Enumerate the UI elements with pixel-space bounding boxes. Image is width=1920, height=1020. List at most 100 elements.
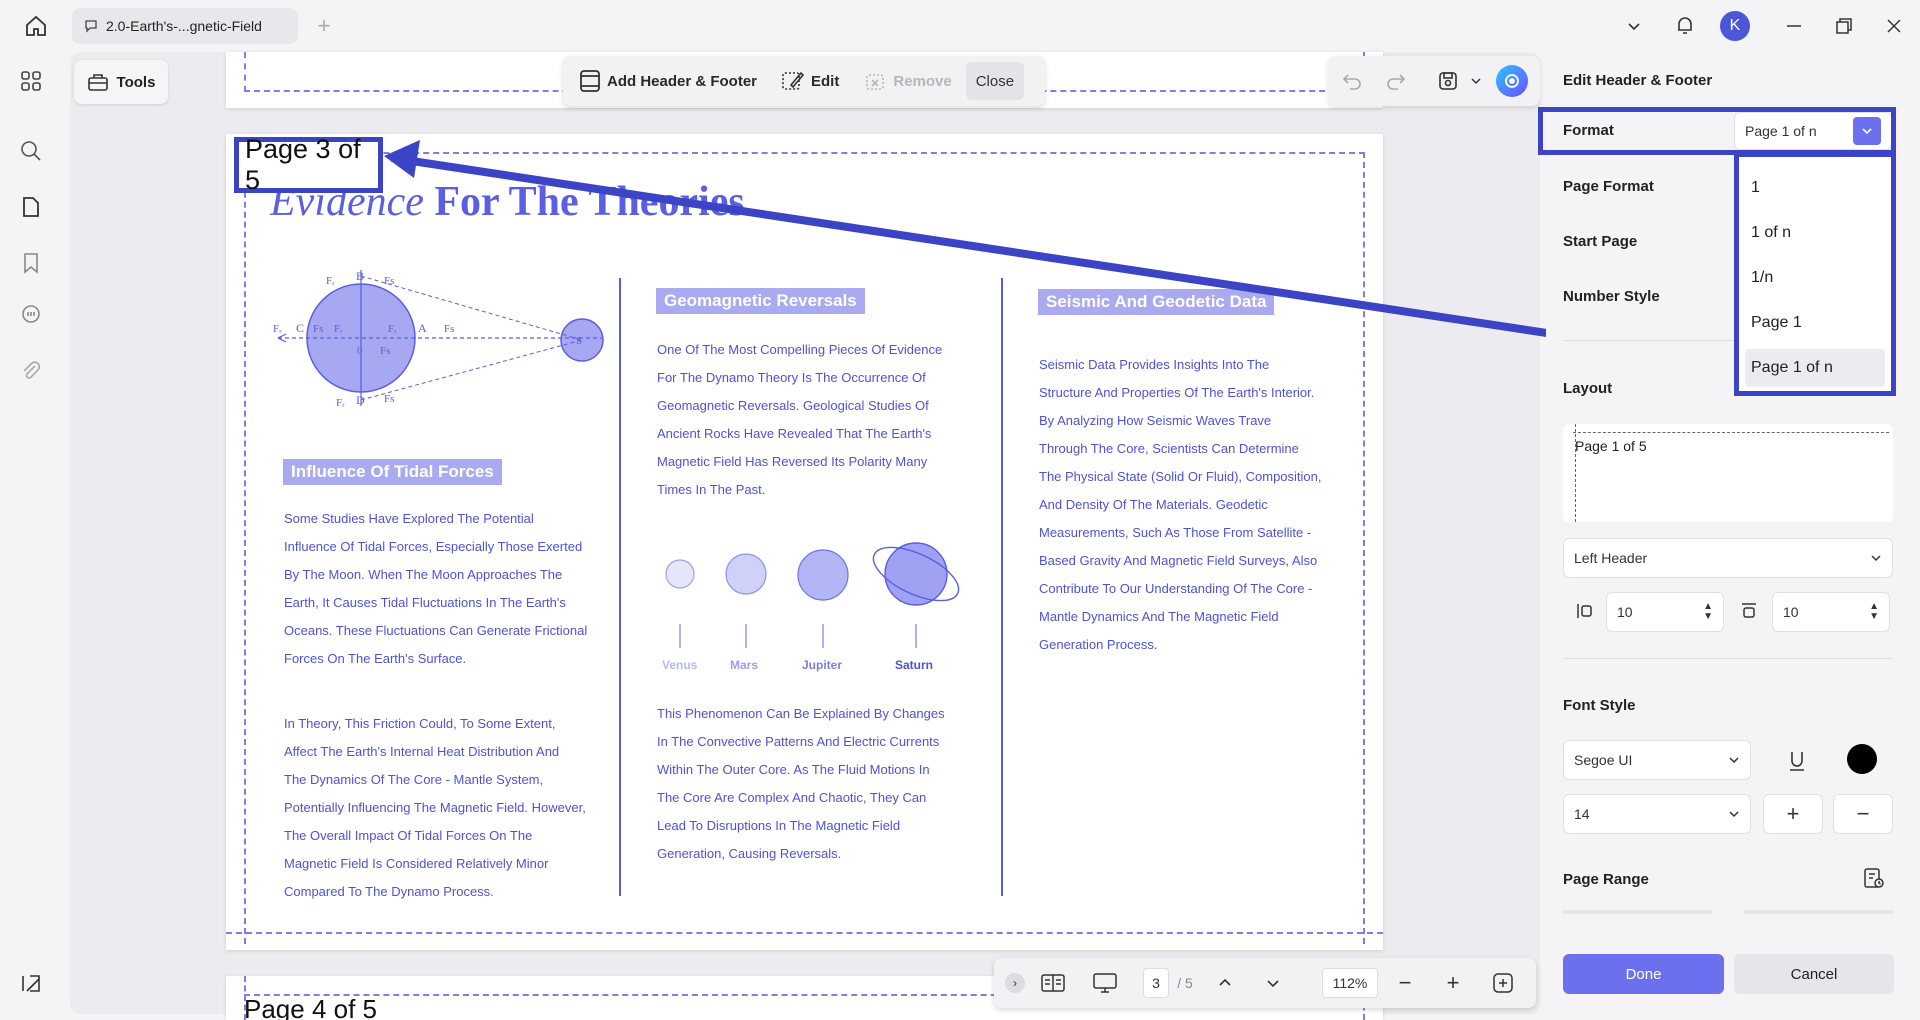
font-color-swatch[interactable] [1847,744,1877,774]
cancel-button[interactable]: Cancel [1734,954,1894,994]
ai-assistant-icon[interactable] [1496,65,1528,97]
format-dropdown-menu: 1 1 of n 1/n Page 1 Page 1 of n [1734,152,1896,396]
top-margin-stepper[interactable]: 10 ▲ ▼ [1772,592,1890,632]
top-margin-icon [1740,602,1758,624]
layout-preview-text: Page 1 of 5 [1575,438,1647,454]
add-header-footer-button[interactable]: Add Header & Footer [569,62,767,100]
svg-text:D: D [356,393,365,407]
left-margin-stepper[interactable]: 10 ▲ ▼ [1606,592,1724,632]
seismic-para-1: Seismic Data Provides Insights Into The S… [1039,357,1322,652]
number-style-label: Number Style [1563,288,1660,305]
remove-button[interactable]: Remove [853,62,961,100]
section-title-seismic: Seismic And Geodetic Data [1038,289,1275,315]
font-style-label: Font Style [1563,697,1636,714]
apps-grid-icon[interactable] [18,68,44,94]
comment-icon [85,20,97,33]
planet-label-jupiter: Jupiter [802,658,843,672]
page-layout-icon[interactable] [1038,958,1068,1008]
next-page-header-text: Page 4 of 5 [244,994,377,1020]
stepper-arrows-icon: ▲ ▼ [1869,601,1879,622]
planet-label-venus: Venus [662,658,698,672]
position-select[interactable]: Left Header [1563,538,1893,578]
planet-label-mars: Mars [730,658,759,672]
planets-diagram [665,542,960,648]
edit-icon [782,71,805,90]
minimize-icon[interactable] [1782,14,1806,38]
pages-icon[interactable] [18,194,44,220]
header-footer-toolbar: Add Header & Footer Edit Remove Close [563,56,1045,106]
planet-label-saturn: Saturn [895,658,934,672]
format-option-1-slash-n[interactable]: 1/n [1751,269,1773,287]
expand-nav-icon[interactable]: › [1004,958,1026,1008]
done-button[interactable]: Done [1563,954,1724,994]
tools-button[interactable]: Tools [74,60,168,104]
start-page-label: Start Page [1563,233,1638,250]
diagram-label: Fᵣ [273,323,282,335]
document-tab-title: 2.0-Earth's-...gnetic-Field [106,18,262,34]
tools-label: Tools [116,73,156,91]
increase-font-button[interactable]: + [1763,794,1823,834]
font-family-select[interactable]: Segoe UI [1563,740,1751,780]
column-divider [1001,278,1003,896]
format-option-1-of-n[interactable]: 1 of n [1751,224,1791,242]
decrease-font-button[interactable]: − [1833,794,1893,834]
page-range-fields-hint [1563,910,1893,914]
undo-icon[interactable] [1340,69,1364,93]
save-options-chevron-icon[interactable] [1466,69,1486,93]
page-title-rest: For The Theories [434,179,745,225]
chevron-down-icon[interactable] [1622,14,1646,38]
next-page-icon[interactable] [1258,958,1288,1008]
current-page-input[interactable]: 3 [1142,958,1170,1008]
header-footer-icon [580,70,600,92]
present-icon[interactable] [1090,958,1120,1008]
avatar[interactable]: K [1720,11,1750,41]
svg-text:Fs: Fs [313,323,323,335]
page-range-label: Page Range [1563,871,1649,888]
tidal-para-1: Some Studies Have Explored The Potential… [284,511,588,666]
panel-title: Edit Header & Footer [1563,72,1713,89]
redo-icon[interactable] [1384,69,1408,93]
fit-page-icon[interactable] [1488,958,1518,1008]
zoom-out-icon[interactable]: − [1390,958,1420,1008]
page-format-label: Page Format [1563,178,1654,195]
new-tab-icon[interactable]: + [312,13,336,38]
save-icon[interactable] [1436,69,1460,93]
zoom-level[interactable]: 112% [1322,958,1378,1008]
attachment-icon[interactable] [18,358,44,384]
svg-text:C: C [296,321,304,335]
chevron-down-icon [1729,811,1739,818]
svg-text:Fᵣ: Fᵣ [336,397,345,409]
force-diagram: Fᵣ B Fᵣ Fs C Fs Fᵣ Fᵣ A Fs 0 Fs Fᵣ D Fs … [273,269,604,409]
close-button[interactable]: Close [965,62,1025,100]
format-option-page-1-of-n[interactable]: Page 1 of n [1751,359,1833,377]
layout-label: Layout [1563,380,1613,397]
page-header-text[interactable]: Page 3 of 5 [234,134,383,195]
svg-text:0: 0 [357,345,363,357]
page-range-icon[interactable] [1862,866,1886,890]
bell-icon[interactable] [1672,12,1698,38]
close-window-icon[interactable] [1882,14,1906,38]
format-option-page-1[interactable]: Page 1 [1751,314,1802,332]
svg-text:Fᵣ: Fᵣ [334,323,343,335]
restore-icon[interactable] [1832,14,1856,38]
svg-text:Fs: Fs [444,323,454,335]
previous-page-icon[interactable] [1210,958,1240,1008]
svg-text:A: A [418,321,427,335]
zoom-in-icon[interactable]: + [1438,958,1468,1008]
edit-button[interactable]: Edit [771,62,849,100]
comments-icon[interactable] [18,302,44,328]
underline-icon[interactable] [1782,746,1812,776]
layout-preview: Page 1 of 5 [1563,424,1893,522]
svg-text:B: B [356,269,364,283]
stepper-arrows-icon: ▲ ▼ [1703,601,1713,622]
reversals-para-1: One Of The Most Compelling Pieces Of Evi… [657,342,943,497]
sidebar-toggle-icon[interactable] [18,970,44,996]
home-icon[interactable] [22,12,50,40]
font-size-select[interactable]: 14 [1563,794,1751,834]
format-option-1[interactable]: 1 [1751,179,1760,197]
reversals-para-2: This Phenomenon Can Be Explained By Chan… [657,706,945,861]
search-icon[interactable] [18,138,44,164]
document-tab[interactable]: 2.0-Earth's-...gnetic-Field [72,8,298,44]
bookmark-icon[interactable] [18,250,44,276]
tidal-para-2: In Theory, This Friction Could, To Some … [284,716,586,899]
